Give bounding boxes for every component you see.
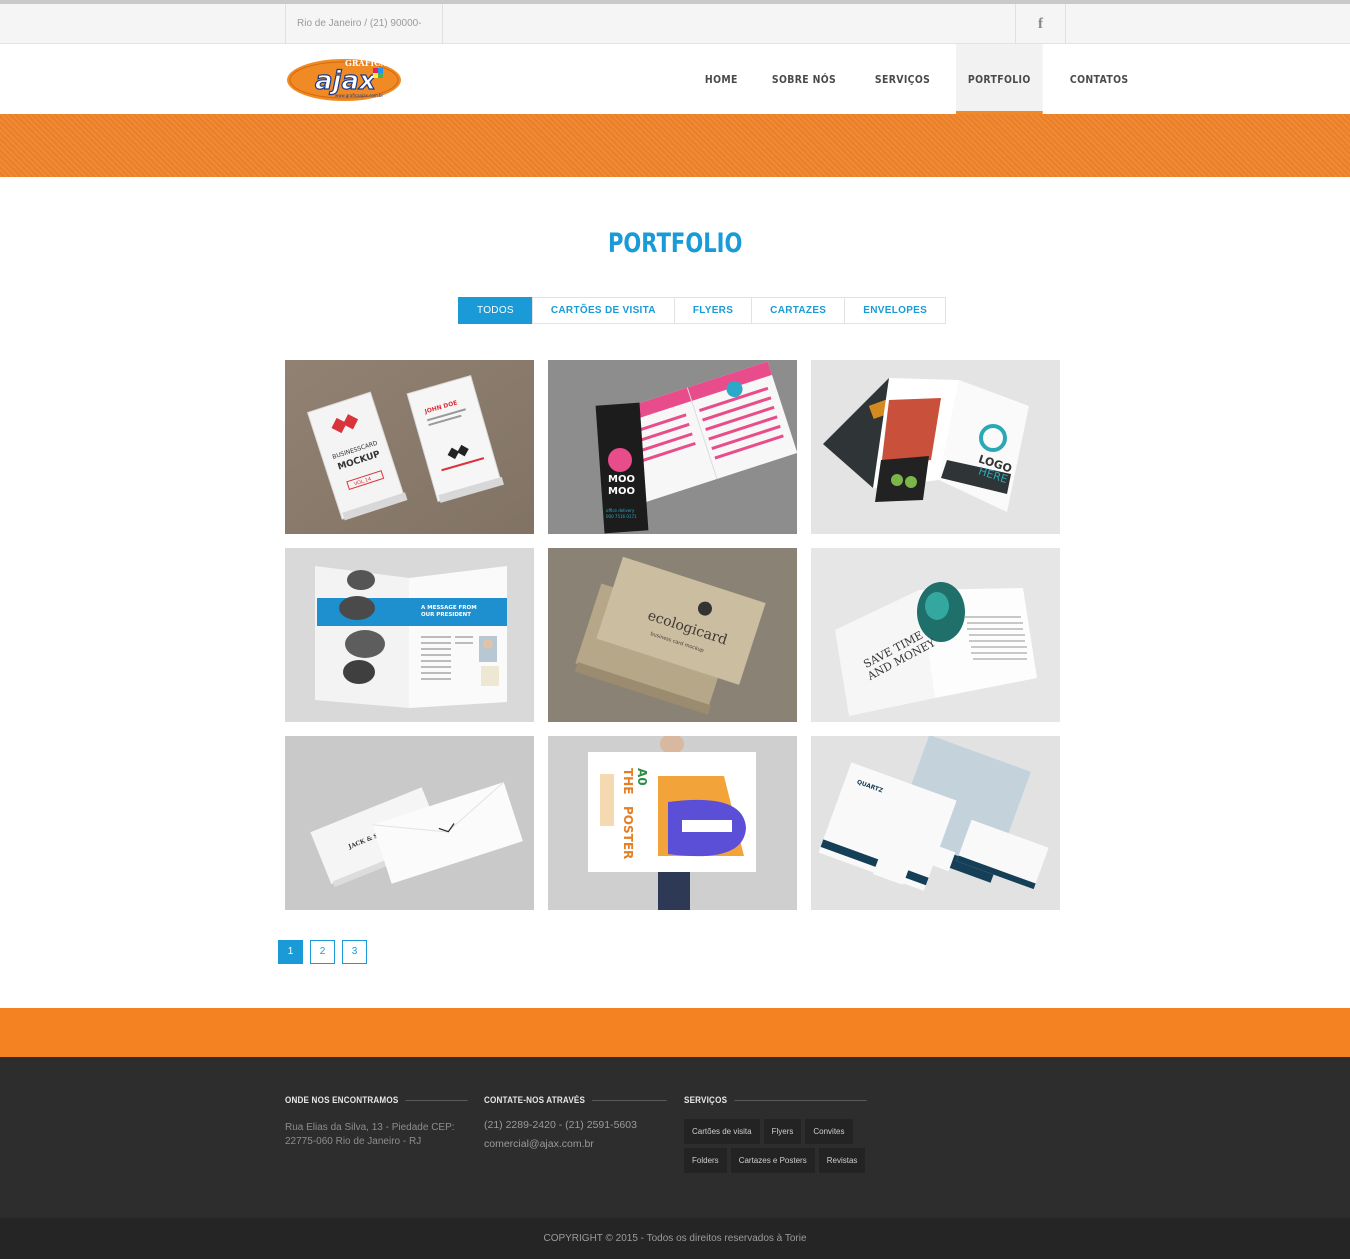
tag-flyers[interactable]: Flyers	[763, 1119, 802, 1144]
menu-image: MOO MOO office delivery 000 7516 0171	[548, 360, 797, 534]
footer-services-title: SERVIÇOS	[684, 1095, 867, 1105]
filter-todos[interactable]: TODOS	[458, 297, 533, 324]
tag-cartazes-e-posters[interactable]: Cartazes e Posters	[730, 1148, 815, 1173]
menu-delivery: office delivery	[606, 508, 635, 513]
envelopes-image: JACK & SON	[285, 736, 534, 910]
top-bar: Rio de Janeiro / (21) 90000-0000 f	[0, 0, 1350, 69]
menu-phone: 000 7516 0171	[606, 514, 637, 519]
nav-contatos[interactable]: CONTATOS	[1058, 44, 1140, 114]
logo-graphic: ajax GRÁFICA www.graficaajax.com.br	[285, 57, 403, 103]
facebook-link[interactable]: f	[1015, 4, 1066, 44]
tag-cartoes-de-visita[interactable]: Cartões de visita	[684, 1119, 760, 1144]
magazine-image: A MESSAGE FROM OUR PRESIDENT	[285, 548, 534, 722]
portfolio-item-save-time[interactable]: SAVE TIME AND MONEY	[811, 548, 1060, 722]
footer-phones: (21) 2289-2420 - (21) 2591-5603	[484, 1119, 637, 1131]
filter-cartoes-de-visita[interactable]: CARTÕES DE VISITA	[531, 297, 675, 324]
filter-cartazes[interactable]: CARTAZES	[751, 297, 846, 324]
portfolio-item-envelopes[interactable]: JACK & SON	[285, 736, 534, 910]
filter-envelopes[interactable]: ENVELOPES	[844, 297, 947, 324]
portfolio-item-stationery[interactable]: QUARTZ	[811, 736, 1060, 910]
main-nav: HOME SOBRE NÓS SERVIÇOS PORTFOLIO CONTAT…	[693, 44, 1155, 114]
footer-service-tags: Cartões de visita Flyers Convites Folder…	[684, 1119, 874, 1177]
tag-revistas[interactable]: Revistas	[818, 1148, 866, 1173]
poster-the: THE	[621, 768, 635, 794]
footer-email[interactable]: comercial@ajax.com.br	[484, 1138, 667, 1150]
page-3-button[interactable]: 3	[342, 940, 367, 964]
menu-moo-2: MOO	[608, 486, 635, 497]
footer-contact-title: CONTATE-NOS ATRAVÉS	[484, 1095, 667, 1105]
poster-label: POSTER	[621, 806, 635, 859]
tag-convites[interactable]: Convites	[805, 1119, 853, 1144]
location-phone: Rio de Janeiro / (21) 90000-0000	[285, 4, 443, 69]
menu-moo-1: MOO	[608, 474, 635, 485]
logo-url: www.graficaajax.com.br	[335, 93, 384, 98]
footer-address: Rua Elias da Silva, 13 - Piedade CEP: 22…	[285, 1122, 455, 1147]
site-header: ajax GRÁFICA www.graficaajax.com.br HOME…	[0, 44, 1350, 114]
businesscard-image: BUSINESSCARD MOCKUP VOL.14 JOHN DOE	[285, 360, 534, 534]
poster-image: THE A0 POSTER	[548, 736, 797, 910]
portfolio-item-poster[interactable]: THE A0 POSTER	[548, 736, 797, 910]
pagination: 1 2 3	[278, 940, 374, 964]
filter-flyers[interactable]: FLYERS	[673, 297, 753, 324]
nav-portfolio[interactable]: PORTFOLIO	[956, 44, 1043, 114]
facebook-icon: f	[1038, 16, 1043, 32]
logo-brand: ajax	[315, 66, 377, 96]
portfolio-item-menu[interactable]: MOO MOO office delivery 000 7516 0171	[548, 360, 797, 534]
page-1-button[interactable]: 1	[278, 940, 303, 964]
footer-col-services: SERVIÇOS Cartões de visita Flyers Convit…	[684, 1095, 867, 1177]
site-footer: ONDE NOS ENCONTRAMOS Rua Elias da Silva,…	[0, 1057, 1350, 1218]
footer-accent-bar	[0, 1008, 1350, 1057]
trifold-image: LOGO HERE	[811, 360, 1060, 534]
poster-a0: A0	[635, 768, 649, 786]
portfolio-item-trifold[interactable]: LOGO HERE	[811, 360, 1060, 534]
copyright: COPYRIGHT © 2015 - Todos os direitos res…	[0, 1218, 1350, 1259]
hero-banner	[0, 114, 1350, 177]
portfolio-grid: BUSINESSCARD MOCKUP VOL.14 JOHN DOE MOO …	[285, 360, 1060, 910]
save-time-image: SAVE TIME AND MONEY	[811, 548, 1060, 722]
mag-heading-1: A MESSAGE FROM	[421, 605, 477, 611]
nav-sobre-nos[interactable]: SOBRE NÓS	[760, 44, 848, 114]
portfolio-item-magazine[interactable]: A MESSAGE FROM OUR PRESIDENT	[285, 548, 534, 722]
page-title: PORTFOLIO	[607, 228, 743, 259]
site-logo[interactable]: ajax GRÁFICA www.graficaajax.com.br	[285, 54, 405, 104]
nav-servicos[interactable]: SERVIÇOS	[863, 44, 942, 114]
portfolio-filters: TODOS CARTÕES DE VISITA FLYERS CARTAZES …	[458, 297, 947, 324]
ecologicard-image: ecologicard business card mockup	[548, 548, 797, 722]
footer-col-contact: CONTATE-NOS ATRAVÉS (21) 2289-2420 - (21…	[484, 1095, 667, 1150]
nav-home[interactable]: HOME	[693, 44, 750, 114]
logo-subtitle: GRÁFICA	[345, 58, 387, 68]
footer-col-address: ONDE NOS ENCONTRAMOS Rua Elias da Silva,…	[285, 1095, 468, 1149]
portfolio-item-businesscard[interactable]: BUSINESSCARD MOCKUP VOL.14 JOHN DOE	[285, 360, 534, 534]
footer-address-title: ONDE NOS ENCONTRAMOS	[285, 1095, 468, 1105]
mag-heading-2: OUR PRESIDENT	[421, 612, 471, 618]
stationery-image: QUARTZ	[811, 736, 1060, 910]
tag-folders[interactable]: Folders	[684, 1148, 727, 1173]
portfolio-item-ecologicard[interactable]: ecologicard business card mockup	[548, 548, 797, 722]
page-2-button[interactable]: 2	[310, 940, 335, 964]
